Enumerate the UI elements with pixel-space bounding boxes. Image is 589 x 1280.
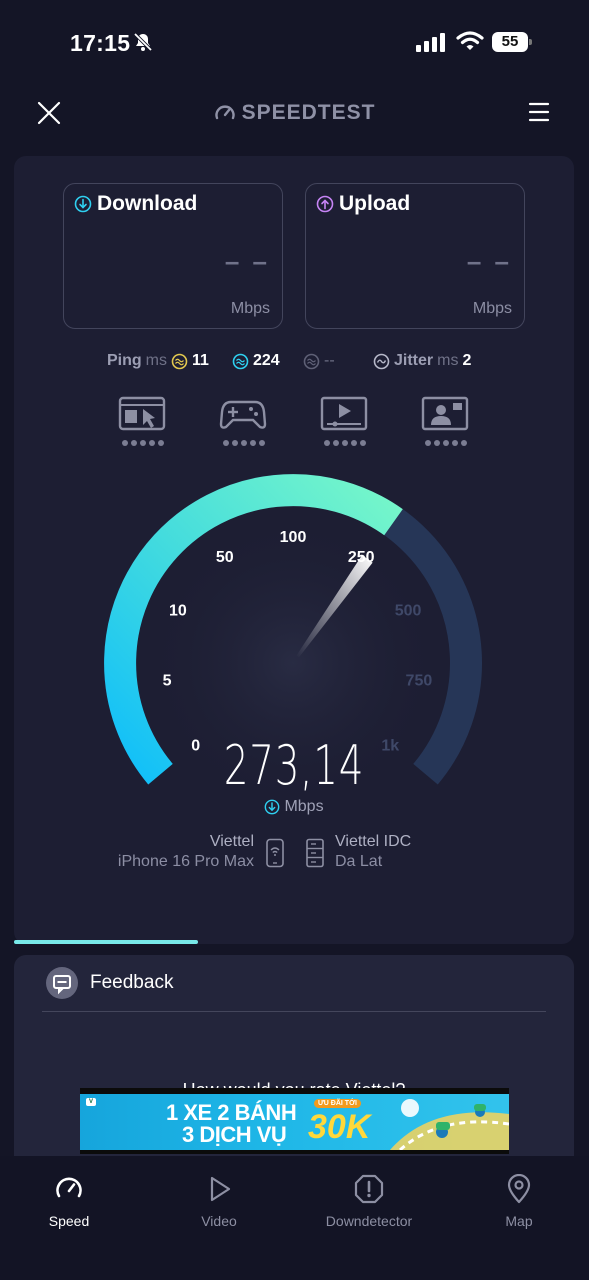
ping-download-value: 224 (253, 352, 280, 369)
upload-label: Upload (339, 192, 411, 215)
server-location: Da Lat (335, 853, 383, 870)
battery-level: 55 (492, 32, 528, 52)
gamepad-icon (219, 400, 267, 429)
ad-price: 30K (308, 1108, 371, 1146)
jitter-label: Jitter (394, 352, 434, 369)
speedtest-card: Download – – Mbps Upload – – Mbps Ping m… (14, 156, 574, 944)
jitter-unit: ms (437, 352, 459, 369)
upload-unit: Mbps (472, 300, 512, 317)
bell-off-icon (133, 32, 153, 52)
battery-indicator: 55 (492, 32, 532, 52)
download-label: Download (97, 192, 198, 215)
download-panel: Download – – Mbps (63, 183, 283, 329)
status-bar: 17:15 55 (0, 0, 589, 80)
jitter-value: 2 (462, 352, 472, 369)
download-unit: Mbps (230, 300, 270, 317)
device-name: iPhone 16 Pro Max (117, 853, 254, 870)
bottom-navigation: Speed Video Downdetector Map (0, 1156, 589, 1280)
gauge-tick-5: 5 (163, 673, 172, 690)
video-task[interactable] (320, 396, 372, 450)
app-header: SPEEDTEST (0, 90, 589, 136)
speedometer-logo-icon (214, 105, 235, 120)
ping-idle: Ping ms 11 (107, 352, 209, 370)
ad-tag: ƯU ĐÃI TỚI (314, 1099, 361, 1108)
nav-label-video: Video (201, 1213, 237, 1229)
download-value: – – (224, 246, 270, 276)
download-arrow-small-icon (265, 799, 280, 815)
nav-label-map: Map (505, 1213, 533, 1229)
gauge-tick-10: 10 (169, 602, 187, 619)
ping-unit: ms (145, 352, 167, 369)
ping-download-icon (232, 353, 249, 369)
play-icon (210, 1176, 231, 1202)
jitter: Jitter ms 2 (373, 352, 471, 370)
ping-upload-icon (303, 353, 320, 369)
map-pin-icon (507, 1174, 531, 1204)
nav-map[interactable]: Map (459, 1174, 579, 1229)
upload-arrow-icon (316, 195, 334, 213)
speed-unit: Mbps (14, 798, 574, 816)
menu-icon[interactable] (528, 101, 550, 123)
brand-logo: SPEEDTEST (0, 101, 589, 130)
feedback-divider (42, 1011, 546, 1012)
ping-idle-value: 11 (192, 352, 209, 369)
ping-download: 224 (232, 352, 280, 370)
test-progress-bar (14, 940, 198, 944)
gauge-tick-100: 100 (280, 529, 307, 546)
browsing-task[interactable] (118, 396, 170, 450)
ad-scooter-illustration (390, 1099, 509, 1150)
phone-wifi-icon (266, 838, 284, 868)
cellular-signal-icon (416, 33, 445, 52)
download-arrow-icon (74, 195, 92, 213)
server-name: Viettel IDC (335, 833, 412, 850)
nav-downdetector[interactable]: Downdetector (309, 1174, 429, 1229)
gaming-task[interactable] (219, 396, 271, 450)
speed-reading: 273,14 (223, 734, 365, 797)
speed-unit-label: Mbps (284, 798, 324, 815)
ad-headline-2: 3 DỊCH VỤ (182, 1122, 287, 1147)
nav-speed[interactable]: Speed (9, 1174, 129, 1229)
upload-panel: Upload – – Mbps (305, 183, 525, 329)
usage-icons-row (14, 396, 574, 452)
server-info[interactable]: Viettel IDC Da Lat (335, 832, 411, 872)
web-browsing-icon (118, 396, 166, 431)
provider-name: Viettel (209, 833, 254, 850)
ping-upload-value: -- (324, 352, 335, 369)
video-call-icon (421, 396, 469, 431)
ping-label: Ping (107, 352, 142, 369)
alert-shield-icon (354, 1174, 384, 1204)
ad-banner[interactable]: V 1 XE 2 BÁNH 3 DỊCH VỤ ƯU ĐÃI TỚI 30K (80, 1088, 509, 1154)
gauge-tick-750: 750 (406, 673, 433, 690)
ping-idle-icon (171, 353, 188, 369)
status-time: 17:15 (70, 30, 131, 56)
brand-name: SPEEDTEST (241, 101, 376, 124)
upload-value: – – (466, 246, 512, 276)
nav-label-speed: Speed (48, 1213, 90, 1229)
provider-info[interactable]: Viettel iPhone 16 Pro Max (118, 832, 254, 872)
feedback-title: Feedback (90, 972, 174, 993)
server-icon (306, 838, 324, 868)
gauge-tick-500: 500 (395, 602, 422, 619)
ping-upload: -- (303, 352, 335, 370)
wifi-icon (456, 31, 484, 50)
jitter-icon (373, 353, 390, 369)
nav-label-downdetector: Downdetector (325, 1213, 413, 1229)
gauge-tick-50: 50 (216, 549, 234, 566)
ad-brand-logo: V (86, 1098, 97, 1106)
video-call-task[interactable] (421, 396, 473, 450)
video-streaming-icon (320, 396, 368, 431)
speedometer-icon (56, 1177, 82, 1198)
feedback-icon (46, 967, 78, 999)
ping-row: Ping ms 11 224 -- Jitter ms 2 (14, 352, 574, 374)
nav-video[interactable]: Video (159, 1174, 279, 1229)
